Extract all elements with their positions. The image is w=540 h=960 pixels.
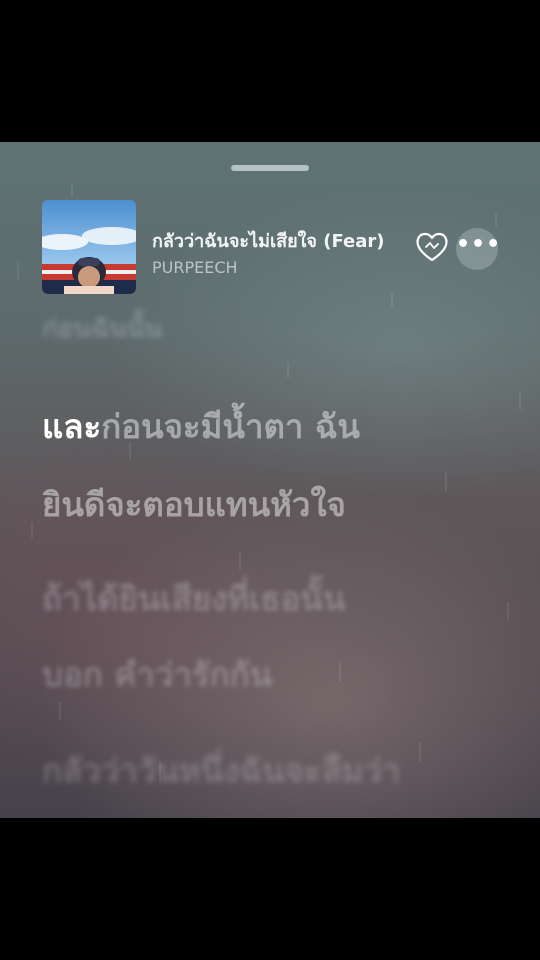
lyric-sung-portion: และ — [42, 407, 102, 446]
song-artist[interactable]: PURPEECH — [152, 258, 238, 277]
lyric-line-next-3[interactable]: กลัวว่าวันหนึ่งฉันจะลืมว่า — [42, 744, 400, 797]
lyrics-screen: กลัวว่าฉันจะไม่เสียใจ (Fear) PURPEECH ••… — [0, 142, 540, 818]
album-cover[interactable] — [42, 200, 136, 294]
lyric-line-current-2[interactable]: ยินดีจะตอบแทนหัวใจ — [42, 478, 346, 531]
lyric-line-next-2[interactable]: บอก คำว่ารักกัน — [42, 648, 272, 701]
lyric-line-current-1[interactable]: และก่อนจะมีน้ำตา ฉัน — [42, 400, 360, 453]
more-icon[interactable]: ••• — [456, 228, 500, 270]
sheet-grabber[interactable] — [231, 165, 309, 171]
lyric-unsung-portion: ก่อนจะมีน้ำตา ฉัน — [101, 407, 360, 446]
lyric-line-next-1[interactable]: ถ้าได้ยินเสียงที่เธอนั้น — [42, 572, 345, 625]
heart-icon[interactable] — [414, 230, 450, 264]
lyric-line-previous[interactable]: ก่อนฉันนั้น — [42, 308, 162, 349]
song-title: กลัวว่าฉันจะไม่เสียใจ (Fear) — [152, 231, 385, 252]
now-playing-header: กลัวว่าฉันจะไม่เสียใจ (Fear) PURPEECH ••… — [42, 200, 502, 294]
